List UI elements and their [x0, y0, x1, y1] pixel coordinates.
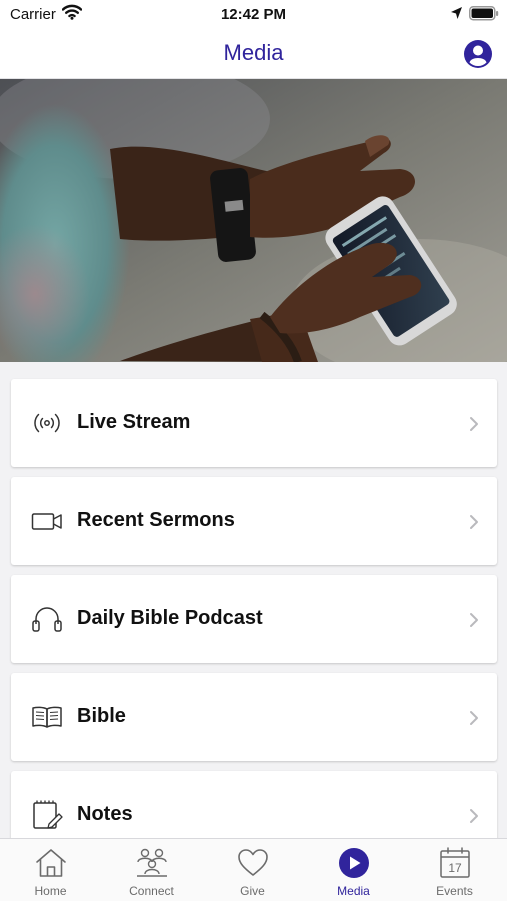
tab-bar: Home Connect Give Media 17 Events	[0, 838, 507, 901]
tab-give[interactable]: Give	[202, 839, 303, 901]
battery-icon	[469, 6, 499, 25]
chevron-right-icon	[469, 416, 479, 432]
status-time: 12:42 PM	[220, 6, 287, 23]
tab-label: Media	[337, 884, 370, 898]
location-arrow-icon	[450, 6, 463, 24]
menu-item-live-stream[interactable]: Live Stream	[11, 379, 497, 467]
page-title: Media	[223, 40, 284, 65]
media-menu-list: Live Stream Recent Sermons Daily Bible P…	[11, 379, 497, 869]
open-book-icon	[31, 702, 63, 732]
calendar-icon: 17	[438, 847, 472, 879]
status-bar: Carrier 12:42 PM	[0, 0, 507, 30]
heart-icon	[236, 847, 270, 879]
hero-image	[0, 79, 507, 362]
menu-item-label: Live Stream	[77, 411, 191, 433]
tab-label: Give	[240, 884, 265, 898]
tab-events[interactable]: 17 Events	[404, 839, 505, 901]
chevron-right-icon	[469, 808, 479, 824]
chevron-right-icon	[469, 612, 479, 628]
video-camera-icon	[31, 506, 63, 536]
calendar-day-number: 17	[448, 861, 462, 875]
tab-label: Home	[34, 884, 67, 898]
navigation-header: Media	[0, 30, 507, 79]
menu-item-label: Recent Sermons	[77, 509, 235, 531]
tab-connect[interactable]: Connect	[101, 839, 202, 901]
play-circle-icon	[337, 847, 371, 879]
broadcast-icon	[31, 408, 63, 438]
menu-item-label: Notes	[77, 803, 133, 825]
people-group-icon	[135, 847, 169, 879]
headphones-icon	[31, 604, 63, 634]
house-icon	[34, 847, 68, 879]
tab-home[interactable]: Home	[0, 839, 101, 901]
menu-item-label: Daily Bible Podcast	[77, 607, 263, 629]
notepad-icon	[31, 800, 63, 830]
tab-media[interactable]: Media	[303, 839, 404, 901]
menu-item-bible[interactable]: Bible	[11, 673, 497, 761]
tab-label: Connect	[129, 884, 174, 898]
menu-item-label: Bible	[77, 705, 126, 727]
tab-label: Events	[436, 884, 473, 898]
chevron-right-icon	[469, 710, 479, 726]
menu-item-daily-bible-podcast[interactable]: Daily Bible Podcast	[11, 575, 497, 663]
person-circle-icon[interactable]	[463, 39, 493, 69]
menu-item-recent-sermons[interactable]: Recent Sermons	[11, 477, 497, 565]
chevron-right-icon	[469, 514, 479, 530]
